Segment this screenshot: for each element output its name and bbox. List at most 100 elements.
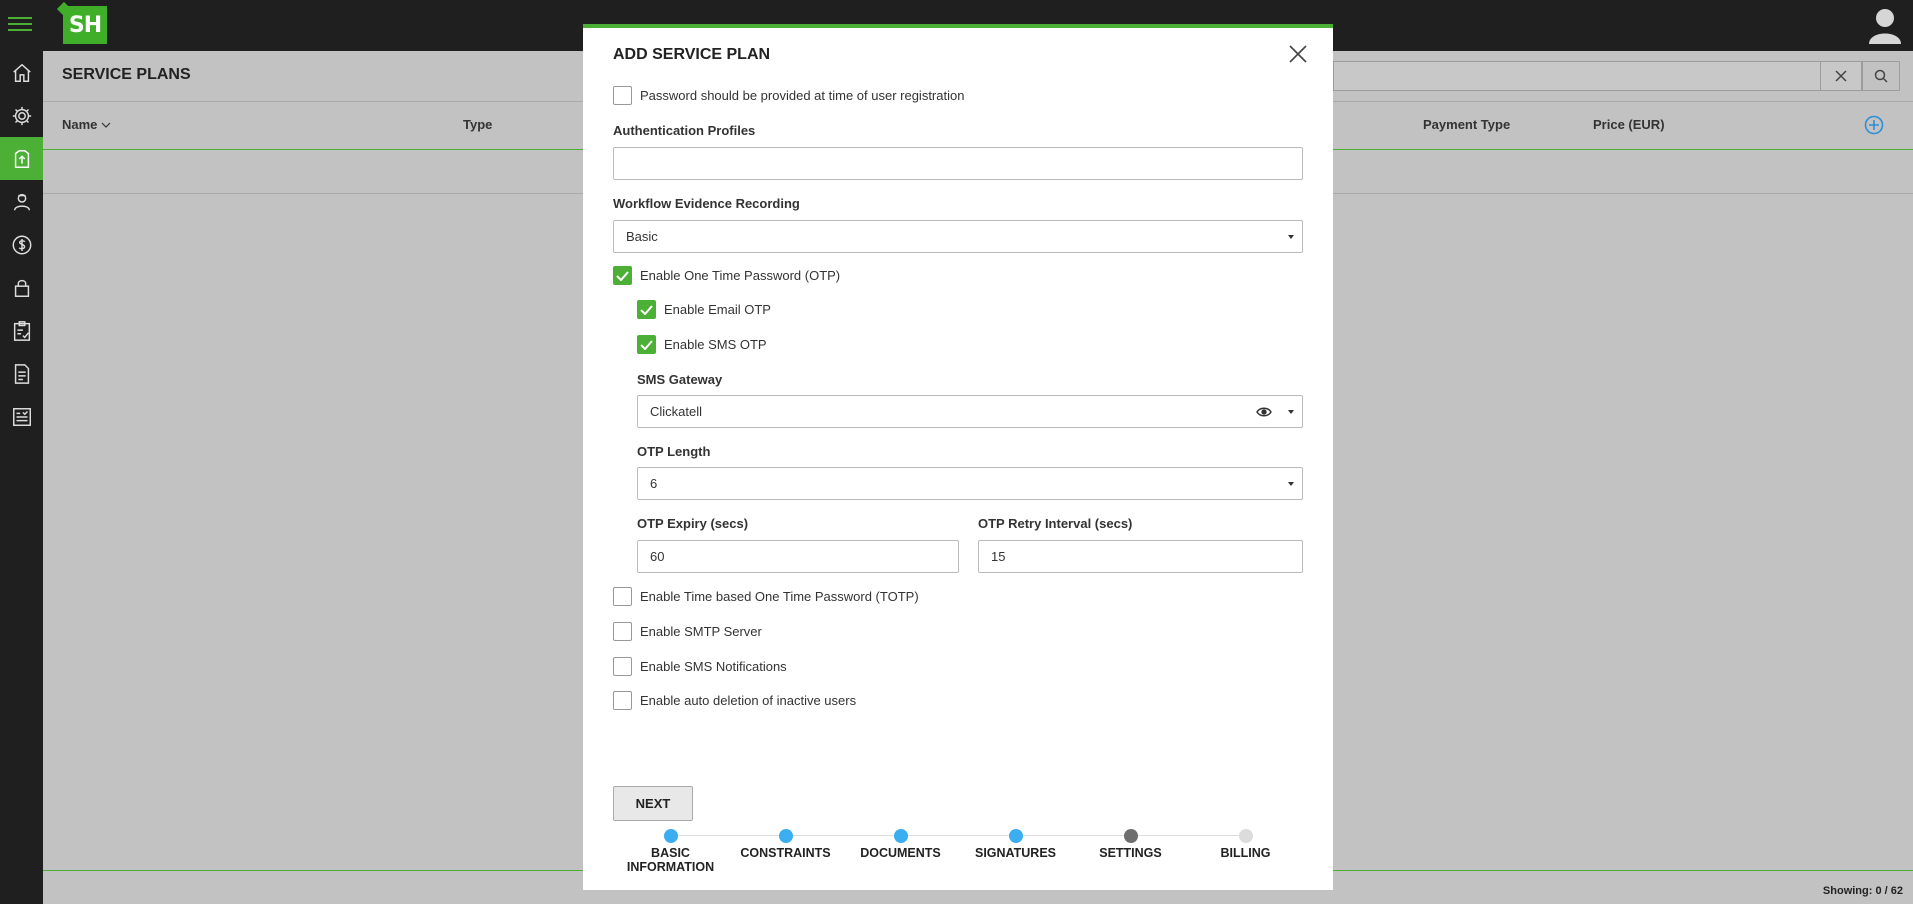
enable-otp-checkbox[interactable] <box>613 266 632 285</box>
service-plan-icon <box>14 149 29 168</box>
sidebar-item-documents[interactable] <box>0 352 43 395</box>
sort-chevron-down-icon <box>101 122 111 128</box>
results-count: Showing: 0 / 62 <box>1822 885 1903 897</box>
logo-text: SH <box>68 12 102 38</box>
enable-email-otp-label: Enable Email OTP <box>664 302 771 317</box>
column-header-type[interactable]: Type <box>463 117 492 132</box>
sms-gateway-label: SMS Gateway <box>637 372 723 387</box>
step-documents[interactable]: DOCUMENTS <box>843 828 958 860</box>
auth-profiles-input[interactable] <box>613 147 1303 180</box>
enable-otp-option[interactable]: Enable One Time Password (OTP) <box>613 266 840 285</box>
sidebar-item-users[interactable] <box>0 180 43 223</box>
dropdown-caret-icon <box>1288 410 1294 414</box>
step-settings[interactable]: SETTINGS <box>1073 828 1188 860</box>
otp-expiry-input[interactable]: 60 <box>637 540 959 573</box>
enable-auto-deletion-option[interactable]: Enable auto deletion of inactive users <box>613 691 856 710</box>
step-billing[interactable]: BILLING <box>1188 828 1303 860</box>
step-signatures[interactable]: SIGNATURES <box>958 828 1073 860</box>
step-dot <box>663 829 678 843</box>
sidebar-item-reports[interactable] <box>0 395 43 438</box>
next-button[interactable]: NEXT <box>613 786 693 821</box>
step-basic-information[interactable]: BASIC INFORMATION <box>613 828 728 874</box>
otp-expiry-label: OTP Expiry (secs) <box>637 516 749 531</box>
sidebar-item-home[interactable] <box>0 51 43 94</box>
enable-sms-otp-label: Enable SMS OTP <box>664 337 767 352</box>
enable-sms-notifications-checkbox[interactable] <box>613 657 632 676</box>
gear-icon <box>12 106 31 125</box>
sidebar-item-security[interactable] <box>0 266 43 309</box>
close-dialog-icon[interactable] <box>1287 43 1309 65</box>
eye-icon[interactable] <box>1256 405 1272 419</box>
password-at-registration-label: Password should be provided at time of u… <box>640 88 965 103</box>
step-label: CONSTRAINTS <box>740 846 831 860</box>
sms-gateway-select[interactable]: Clickatell <box>637 395 1303 428</box>
document-icon <box>14 363 29 384</box>
column-header-price[interactable]: Price (EUR) <box>1593 117 1665 132</box>
close-icon <box>1835 70 1847 82</box>
step-dot <box>1238 829 1253 843</box>
search-input[interactable] <box>1333 61 1863 91</box>
sidebar <box>0 51 43 904</box>
enable-sms-notifications-option[interactable]: Enable SMS Notifications <box>613 657 787 676</box>
clipboard-icon <box>13 320 30 341</box>
clear-search-button[interactable] <box>1820 61 1862 91</box>
step-label: BILLING <box>1220 846 1271 860</box>
otp-length-value: 6 <box>650 476 658 491</box>
step-label: SIGNATURES <box>974 846 1057 860</box>
password-at-registration-option[interactable]: Password should be provided at time of u… <box>613 86 964 105</box>
step-constraints[interactable]: CONSTRAINTS <box>728 828 843 860</box>
step-dot <box>1123 829 1138 843</box>
step-label: DOCUMENTS <box>860 846 941 860</box>
step-dot <box>778 829 793 843</box>
checkmark-icon <box>640 304 653 315</box>
enable-sms-notifications-label: Enable SMS Notifications <box>640 659 787 674</box>
search-icon <box>1874 69 1888 83</box>
enable-totp-option[interactable]: Enable Time based One Time Password (TOT… <box>613 587 919 606</box>
enable-email-otp-option[interactable]: Enable Email OTP <box>637 300 771 319</box>
column-header-payment-type[interactable]: Payment Type <box>1423 117 1510 132</box>
add-plan-plus-icon[interactable] <box>1864 115 1884 135</box>
enable-sms-otp-option[interactable]: Enable SMS OTP <box>637 335 767 354</box>
page-title: SERVICE PLANS <box>62 66 191 83</box>
sidebar-item-settings[interactable] <box>0 94 43 137</box>
step-label: SETTINGS <box>1099 846 1162 860</box>
otp-retry-input[interactable]: 15 <box>978 540 1303 573</box>
step-label: BASIC INFORMATION <box>626 846 715 874</box>
enable-auto-deletion-label: Enable auto deletion of inactive users <box>640 693 857 708</box>
auth-profiles-label: Authentication Profiles <box>613 123 756 138</box>
enable-totp-checkbox[interactable] <box>613 587 632 606</box>
enable-smtp-option[interactable]: Enable SMTP Server <box>613 622 762 641</box>
enable-otp-label: Enable One Time Password (OTP) <box>640 268 841 283</box>
sidebar-item-billing[interactable] <box>0 223 43 266</box>
password-at-registration-checkbox[interactable] <box>613 86 632 105</box>
search-button[interactable] <box>1862 61 1900 91</box>
column-header-name-label: Name <box>62 117 98 132</box>
workflow-evidence-label: Workflow Evidence Recording <box>613 196 800 211</box>
enable-smtp-checkbox[interactable] <box>613 622 632 641</box>
otp-retry-label: OTP Retry Interval (secs) <box>978 516 1133 531</box>
column-header-name[interactable]: Name <box>62 117 111 132</box>
enable-sms-otp-checkbox[interactable] <box>637 335 656 354</box>
lock-icon <box>14 279 29 297</box>
workflow-evidence-select[interactable]: Basic <box>613 220 1303 253</box>
step-dot <box>893 829 908 843</box>
otp-length-select[interactable]: 6 <box>637 467 1303 500</box>
users-icon <box>13 193 30 210</box>
dropdown-caret-icon <box>1288 482 1294 486</box>
add-service-plan-dialog: ADD SERVICE PLAN Password should be prov… <box>583 24 1333 890</box>
sidebar-item-workflows[interactable] <box>0 309 43 352</box>
enable-smtp-label: Enable SMTP Server <box>640 624 762 639</box>
enable-email-otp-checkbox[interactable] <box>637 300 656 319</box>
checkmark-icon <box>640 339 653 350</box>
enable-auto-deletion-checkbox[interactable] <box>613 691 632 710</box>
app-logo[interactable]: SH <box>63 6 107 44</box>
hamburger-menu-icon[interactable] <box>8 13 32 37</box>
workflow-evidence-value: Basic <box>626 229 658 244</box>
otp-length-label: OTP Length <box>637 444 711 459</box>
sms-gateway-value: Clickatell <box>650 404 703 419</box>
dropdown-caret-icon <box>1288 235 1294 239</box>
step-dot <box>1008 829 1023 843</box>
dialog-title: ADD SERVICE PLAN <box>613 46 771 63</box>
sidebar-item-service-plans[interactable] <box>0 137 43 180</box>
user-avatar-icon[interactable] <box>1867 6 1903 44</box>
